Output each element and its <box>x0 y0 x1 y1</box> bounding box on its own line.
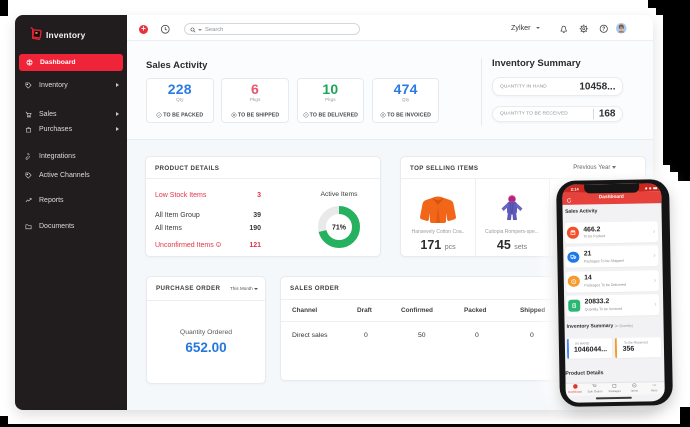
svg-text:71%: 71% <box>332 225 347 232</box>
svg-text:?: ? <box>602 27 605 33</box>
